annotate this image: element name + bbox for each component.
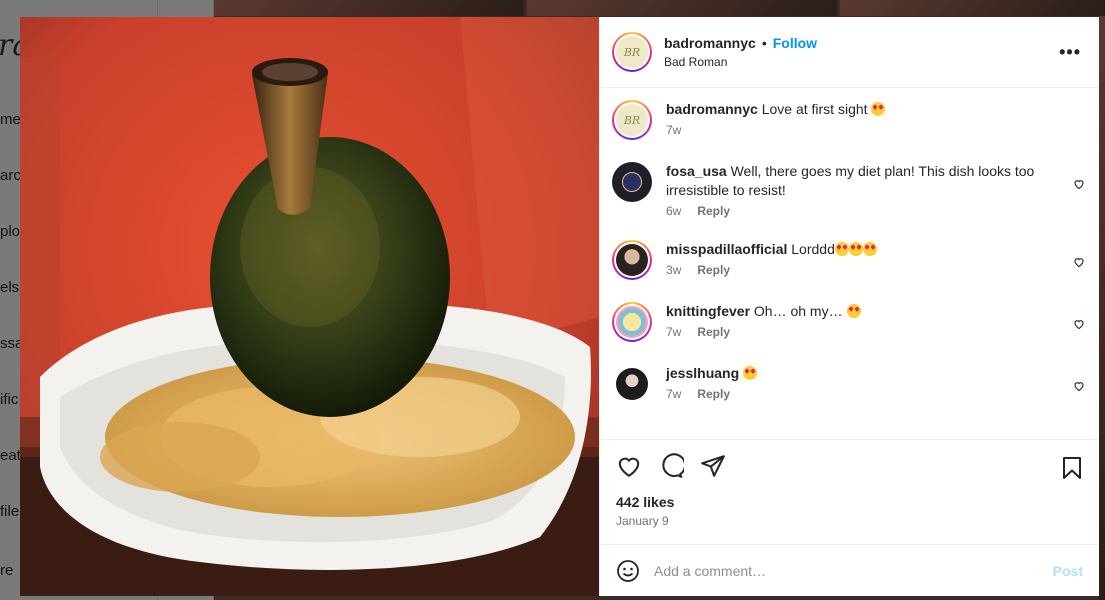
comment-item: fosa_usa Well, there goes my diet plan! …	[600, 162, 1099, 218]
like-comment-heart-icon[interactable]	[1073, 256, 1085, 268]
post-photo	[20, 17, 599, 596]
comment-username[interactable]: knittingfever	[666, 303, 750, 319]
comment-age: 6w	[666, 204, 682, 218]
caption-avatar[interactable]: BR	[612, 100, 652, 140]
like-comment-heart-icon[interactable]	[1073, 380, 1085, 392]
follow-button[interactable]: Follow	[773, 35, 817, 51]
comment-age: 7w	[666, 387, 682, 401]
like-comment-heart-icon[interactable]	[1073, 178, 1085, 190]
comment-item: misspadillaofficial Lorddd 3w Reply	[600, 240, 1099, 280]
heart-eyes-emoji-icon	[862, 242, 877, 256]
caption: BR badromannyc Love at first sight 7w	[600, 100, 1099, 140]
add-comment-bar: Post	[600, 544, 1099, 596]
author-username[interactable]: badromannyc	[664, 35, 756, 51]
reply-button[interactable]: Reply	[697, 387, 730, 401]
heart-eyes-emoji-icon	[871, 102, 886, 116]
heart-eyes-emoji-icon	[743, 366, 758, 380]
comment-avatar[interactable]	[612, 162, 652, 202]
food-photo-illustration	[20, 17, 599, 596]
comment-avatar[interactable]	[612, 240, 652, 280]
author-avatar[interactable]: BR	[612, 32, 652, 72]
reply-button[interactable]: Reply	[697, 204, 730, 218]
comment-item: jesslhuang 7w Reply	[600, 364, 1099, 404]
heart-eyes-emoji-icon	[834, 242, 849, 256]
background-nav-item[interactable]: els	[0, 279, 19, 296]
comment-username[interactable]: jesslhuang	[666, 365, 739, 381]
save-bookmark-icon[interactable]	[1061, 456, 1083, 480]
reply-button[interactable]: Reply	[697, 263, 730, 277]
caption-username[interactable]: badromannyc	[666, 101, 758, 117]
post-side-panel: BR badromannyc • Follow Bad Roman ••• BR…	[599, 17, 1099, 596]
emoji-picker-icon[interactable]	[616, 559, 640, 583]
add-comment-input[interactable]	[654, 562, 1053, 579]
heart-eyes-emoji-icon	[848, 242, 863, 256]
caption-text: Love at first sight	[761, 101, 868, 117]
comment-item: knittingfever Oh… oh my… 7w Reply	[600, 302, 1099, 342]
comment-avatar[interactable]	[612, 302, 652, 342]
background-nav-item[interactable]: re	[0, 562, 13, 579]
comment-age: 3w	[666, 263, 682, 277]
post-header: BR badromannyc • Follow Bad Roman •••	[600, 17, 1099, 88]
share-paper-plane-icon[interactable]	[700, 453, 726, 479]
comment-username[interactable]: fosa_usa	[666, 163, 727, 179]
post-date: January 9	[616, 514, 669, 528]
author-display-name: Bad Roman	[664, 55, 728, 69]
comment-bubble-icon[interactable]	[658, 453, 684, 479]
background-nav-item[interactable]: file	[0, 503, 19, 520]
comment-age: 7w	[666, 325, 682, 339]
post-actions: 442 likes January 9	[600, 439, 1099, 544]
comment-text: Lorddd	[791, 241, 835, 257]
more-options-icon[interactable]: •••	[1059, 42, 1081, 63]
post-modal: BR badromannyc • Follow Bad Roman ••• BR…	[20, 17, 1099, 596]
caption-age: 7w	[666, 123, 682, 137]
like-comment-heart-icon[interactable]	[1073, 318, 1085, 330]
comment-avatar[interactable]	[612, 364, 652, 404]
comment-text: Oh… oh my…	[753, 303, 843, 319]
heart-eyes-emoji-icon	[846, 304, 861, 318]
like-heart-icon[interactable]	[616, 453, 642, 479]
background-nav-item[interactable]: ific	[0, 391, 18, 408]
post-comment-button[interactable]: Post	[1053, 563, 1083, 579]
comment-username[interactable]: misspadillaofficial	[666, 241, 787, 257]
likes-count[interactable]: 442 likes	[616, 494, 1083, 510]
separator-dot: •	[761, 35, 767, 51]
reply-button[interactable]: Reply	[697, 325, 730, 339]
comment-list: BR badromannyc Love at first sight 7w fo…	[600, 88, 1099, 439]
background-nav-item[interactable]: me	[0, 111, 21, 128]
author-avatar-logo: BR	[616, 36, 648, 68]
